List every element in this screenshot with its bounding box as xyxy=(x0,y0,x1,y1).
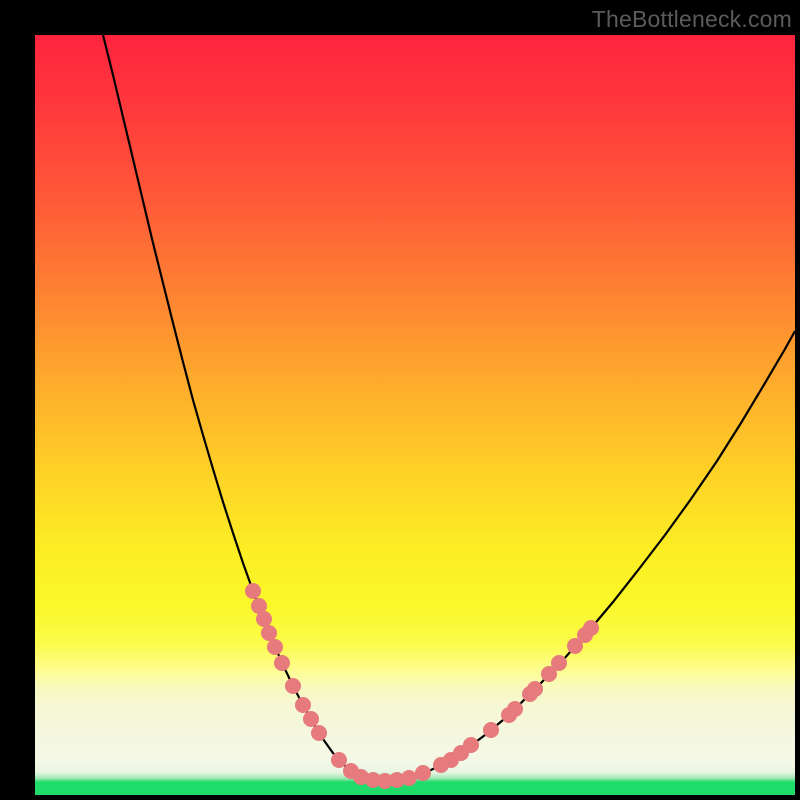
data-dot xyxy=(551,655,567,671)
data-dot xyxy=(261,625,277,641)
data-dot xyxy=(295,697,311,713)
chart-container: TheBottleneck.com xyxy=(0,0,800,800)
data-dot xyxy=(303,711,319,727)
data-dot xyxy=(285,678,301,694)
data-dot xyxy=(415,765,431,781)
plot-area xyxy=(35,35,795,795)
data-dot xyxy=(527,681,543,697)
data-dot xyxy=(245,583,261,599)
data-dot xyxy=(311,725,327,741)
data-dot xyxy=(256,611,272,627)
data-dot xyxy=(483,722,499,738)
data-dot xyxy=(583,620,599,636)
data-dot xyxy=(267,639,283,655)
data-dot xyxy=(401,770,417,786)
data-dot xyxy=(331,752,347,768)
curve-overlay xyxy=(35,35,795,795)
data-dot xyxy=(507,701,523,717)
bottleneck-curve xyxy=(103,35,795,781)
data-dots xyxy=(245,583,599,789)
data-dot xyxy=(463,737,479,753)
data-dot xyxy=(274,655,290,671)
watermark-text: TheBottleneck.com xyxy=(592,6,792,33)
